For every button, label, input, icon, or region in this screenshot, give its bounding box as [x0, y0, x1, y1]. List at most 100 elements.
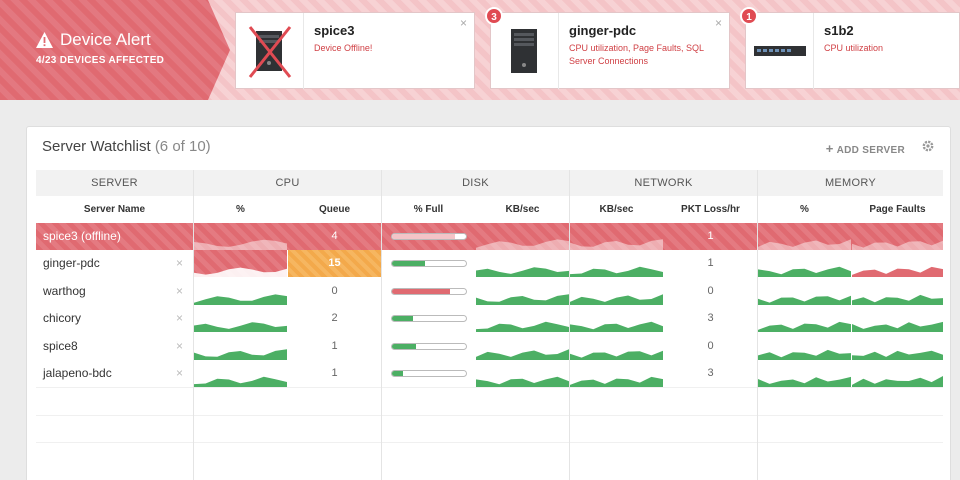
- disk-full-bar: [391, 260, 467, 268]
- table-row[interactable]: chicory × 2 3: [36, 305, 943, 333]
- panel-title: Server Watchlist (6 of 10): [42, 138, 211, 155]
- add-server-button[interactable]: + ADD SERVER: [826, 141, 905, 156]
- server-name[interactable]: ginger-pdc: [36, 250, 193, 277]
- network-kbsec-sparkline: [570, 293, 663, 305]
- cpu-queue-value: 2: [331, 312, 338, 325]
- device-alert-summary: Device Alert 4/23 DEVICES AFFECTED: [0, 0, 230, 100]
- cpu-queue-value: 15: [288, 250, 381, 278]
- server-watchlist-panel: Server Watchlist (6 of 10) + ADD SERVER S…: [26, 126, 951, 480]
- cpu-queue-value: 4: [331, 230, 338, 242]
- network-kbsec-sparkline-area: [570, 267, 663, 278]
- disk-full-bar-fill: [392, 316, 413, 322]
- remove-server-icon[interactable]: ×: [176, 250, 183, 277]
- memory-percent-sparkline: [758, 239, 851, 250]
- server-name[interactable]: warthog: [36, 278, 193, 305]
- memory-percent-sparkline: [758, 349, 851, 360]
- column-header-page-faults[interactable]: Page Faults: [852, 196, 943, 223]
- alert-subtitle: 4/23 DEVICES AFFECTED: [36, 55, 165, 66]
- alert-device-name: spice3: [314, 23, 355, 38]
- disk-full-bar-fill: [392, 343, 417, 349]
- page-faults-sparkline-area: [852, 294, 943, 305]
- disk-kbsec-sparkline-area: [476, 239, 569, 250]
- disk-full-bar: [391, 342, 467, 350]
- close-icon[interactable]: ×: [715, 16, 722, 30]
- page-faults-sparkline: [852, 240, 943, 250]
- network-kbsec-sparkline: [570, 376, 663, 387]
- warning-icon: [36, 32, 53, 48]
- alert-card-s1b2[interactable]: 1 s1b2 CPU utilization: [740, 7, 960, 89]
- disk-kbsec-sparkline-area: [476, 321, 569, 333]
- memory-percent-sparkline: [758, 376, 851, 387]
- group-header-cpu: CPU: [194, 170, 381, 196]
- column-divider: [193, 170, 194, 480]
- table-row[interactable]: spice3 (offline) 4 1: [36, 223, 943, 250]
- table-row[interactable]: spice8 × 1 0: [36, 333, 943, 360]
- server-name[interactable]: spice3 (offline): [36, 223, 193, 250]
- column-header-disk-kbsec[interactable]: KB/sec: [476, 196, 569, 223]
- pkt-loss-value: 1: [707, 230, 714, 242]
- alert-device-message: Device Offline!: [314, 43, 373, 53]
- column-header-cpu-percent[interactable]: %: [194, 196, 287, 223]
- column-header-disk-full[interactable]: % Full: [382, 196, 475, 223]
- memory-percent-sparkline: [758, 267, 851, 278]
- cpu-percent-sparkline: [194, 322, 287, 333]
- remove-server-icon[interactable]: ×: [176, 305, 183, 332]
- column-divider: [381, 170, 382, 480]
- table-row[interactable]: jalapeno-bdc × 1 3: [36, 360, 943, 387]
- table-row[interactable]: ginger-pdc × 15 1: [36, 250, 943, 278]
- network-kbsec-sparkline-area: [570, 293, 663, 305]
- device-alert-banner: Device Alert 4/23 DEVICES AFFECTED spice…: [0, 0, 960, 100]
- pkt-loss-value: 0: [707, 284, 714, 297]
- memory-percent-sparkline-area: [758, 267, 851, 278]
- empty-row: [36, 442, 943, 469]
- group-header-network: NETWORK: [570, 170, 757, 196]
- disk-kbsec-sparkline-area: [476, 294, 569, 305]
- page-faults-sparkline: [852, 376, 943, 387]
- table-row[interactable]: warthog × 0 0: [36, 278, 943, 305]
- server-name[interactable]: spice8: [36, 333, 193, 360]
- cpu-percent-sparkline: [194, 267, 287, 278]
- memory-percent-sparkline-area: [758, 322, 851, 333]
- disk-full-bar-fill: [392, 371, 404, 376]
- page-faults-sparkline-area: [852, 376, 943, 387]
- disk-kbsec-sparkline-area: [476, 348, 569, 360]
- server-name[interactable]: chicory: [36, 305, 193, 332]
- column-header-memory-percent[interactable]: %: [758, 196, 851, 223]
- page-faults-sparkline: [852, 267, 943, 278]
- alert-card-spice3[interactable]: spice3 Device Offline! ×: [235, 12, 475, 89]
- alert-card-ginger-pdc[interactable]: 3 ginger-pdc CPU utilization, Page Fault…: [485, 7, 730, 89]
- network-kbsec-sparkline: [570, 267, 663, 278]
- remove-server-icon[interactable]: ×: [176, 333, 183, 360]
- disk-kbsec-sparkline: [476, 321, 569, 333]
- network-kbsec-sparkline: [570, 321, 663, 333]
- gear-icon[interactable]: [922, 140, 934, 152]
- network-kbsec-sparkline: [570, 239, 663, 250]
- server-name[interactable]: jalapeno-bdc: [36, 360, 193, 387]
- column-header-server-name[interactable]: Server Name: [36, 196, 193, 223]
- plus-icon: +: [825, 141, 834, 156]
- network-kbsec-sparkline-area: [570, 239, 663, 250]
- cpu-percent-sparkline-area: [194, 376, 287, 387]
- memory-percent-sparkline-area: [758, 349, 851, 360]
- remove-server-icon[interactable]: ×: [176, 360, 183, 387]
- column-divider: [757, 170, 758, 480]
- network-switch-icon: [754, 46, 806, 56]
- column-header-cpu-queue[interactable]: Queue: [288, 196, 381, 223]
- column-header-pkt-loss[interactable]: PKT Loss/hr: [664, 196, 757, 223]
- alert-device-message: CPU utilization, Page Faults, SQL Server…: [569, 43, 704, 66]
- page-faults-sparkline: [852, 350, 943, 360]
- watchlist-count: (6 of 10): [154, 138, 211, 155]
- cpu-percent-sparkline: [194, 239, 287, 250]
- group-header-memory: MEMORY: [758, 170, 943, 196]
- cpu-queue-value: 1: [331, 339, 338, 352]
- network-kbsec-sparkline-area: [570, 376, 663, 387]
- empty-row: [36, 414, 943, 442]
- disk-kbsec-sparkline: [476, 376, 569, 387]
- remove-server-icon[interactable]: ×: [176, 278, 183, 305]
- cpu-percent-sparkline: [194, 294, 287, 305]
- cpu-percent-sparkline-area: [194, 294, 287, 305]
- disk-kbsec-sparkline: [476, 267, 569, 278]
- disk-full-bar: [391, 233, 467, 240]
- column-header-network-kbsec[interactable]: KB/sec: [570, 196, 663, 223]
- close-icon[interactable]: ×: [460, 16, 467, 30]
